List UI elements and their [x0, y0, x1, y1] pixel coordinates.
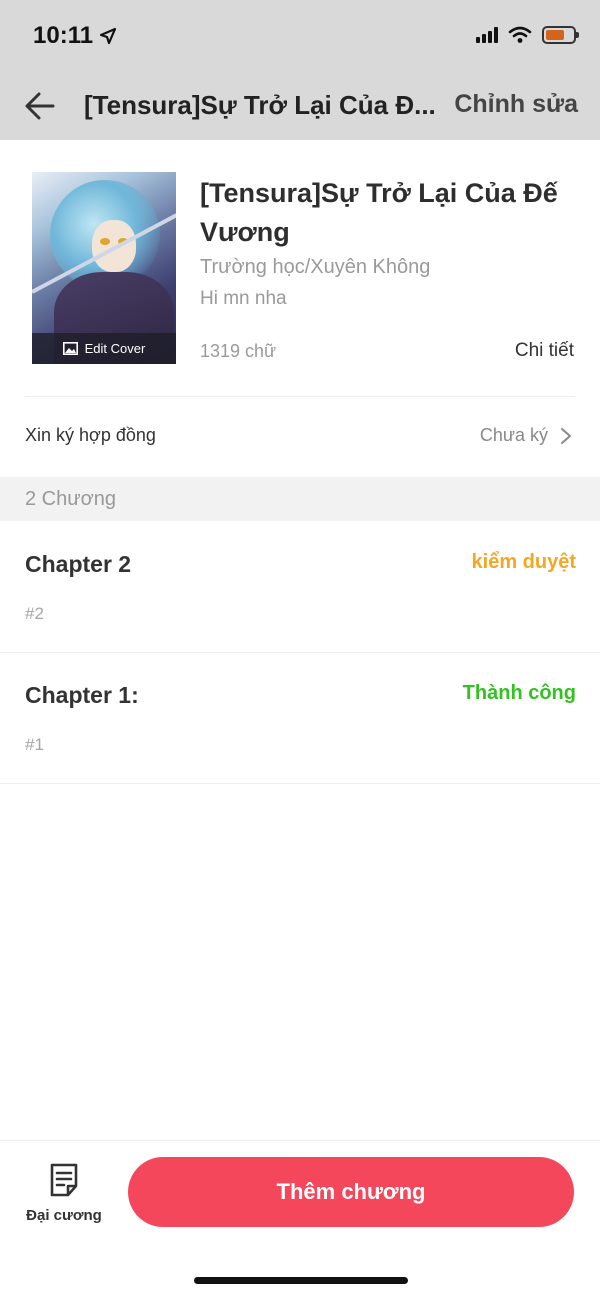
chapter-status: Thành công	[462, 682, 576, 704]
book-description: Hi mn nha	[200, 288, 287, 309]
page-title: [Tensura]Sự Trở Lại Của Đ...	[84, 90, 436, 120]
image-icon	[62, 342, 78, 355]
chapter-number: #2	[25, 604, 44, 623]
top-bar: 10:11 [Tensura]Sự Trở Lại Của Đ... Chỉnh…	[0, 0, 600, 140]
chapter-count: 2 Chương	[25, 488, 116, 510]
book-genre: Trường học/Xuyên Không	[200, 256, 431, 278]
outline-label: Đại cương	[26, 1207, 102, 1224]
chapter-title: Chapter 1:	[25, 682, 139, 708]
chevron-right-icon	[561, 428, 571, 444]
book-title: [Tensura]Sự Trở Lại Của Đế Vương	[200, 178, 558, 247]
contract-row[interactable]: Xin ký hợp đồng Chưa ký	[0, 397, 600, 476]
edit-button[interactable]: Chỉnh sửa	[454, 90, 578, 119]
cover-art-eye	[100, 238, 110, 245]
location-arrow-icon	[99, 27, 117, 45]
chapter-row[interactable]: Chapter 1: #1 Thành công	[0, 653, 600, 784]
contract-status: Chưa ký	[479, 425, 548, 445]
chapter-row[interactable]: Chapter 2 #2 kiểm duyệt	[0, 522, 600, 653]
book-cover[interactable]: Edit Cover	[32, 172, 176, 364]
edit-cover-label: Edit Cover	[84, 341, 146, 356]
add-chapter-button[interactable]: Thêm chương	[128, 1157, 574, 1227]
chapter-number: #1	[25, 735, 44, 754]
status-time: 10:11	[33, 22, 117, 50]
status-time-text: 10:11	[33, 22, 94, 49]
outline-document-icon	[50, 1163, 78, 1197]
status-icons	[476, 26, 579, 44]
chapter-status: kiểm duyệt	[471, 551, 576, 573]
wifi-icon	[508, 26, 532, 43]
back-button[interactable]	[22, 86, 58, 126]
home-indicator	[194, 1277, 408, 1284]
chapter-title: Chapter 2	[25, 551, 132, 577]
outline-button[interactable]: Đại cương	[22, 1160, 106, 1230]
chapters-section-header: 2 Chương	[0, 477, 600, 521]
contract-label: Xin ký hợp đồng	[25, 425, 156, 445]
signal-icon	[476, 27, 498, 43]
battery-icon	[542, 26, 579, 44]
add-chapter-label: Thêm chương	[276, 1179, 426, 1204]
bottom-divider	[0, 1140, 600, 1141]
edit-cover-button[interactable]: Edit Cover	[32, 333, 176, 364]
back-arrow-icon	[25, 92, 55, 120]
detail-link[interactable]: Chi tiết	[515, 340, 574, 362]
word-count: 1319 chữ	[200, 341, 277, 361]
